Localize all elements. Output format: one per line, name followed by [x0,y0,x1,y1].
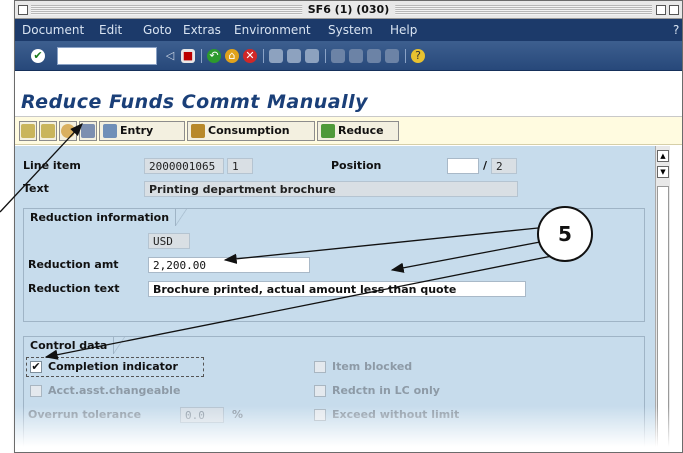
arrow-to-completion-indicator [44,255,553,360]
step-callout: 5 [537,206,593,262]
arrow-to-reduction-amt [223,227,539,264]
arrow-to-person-icon [0,123,83,213]
arrow-to-reduction-text [390,241,541,273]
